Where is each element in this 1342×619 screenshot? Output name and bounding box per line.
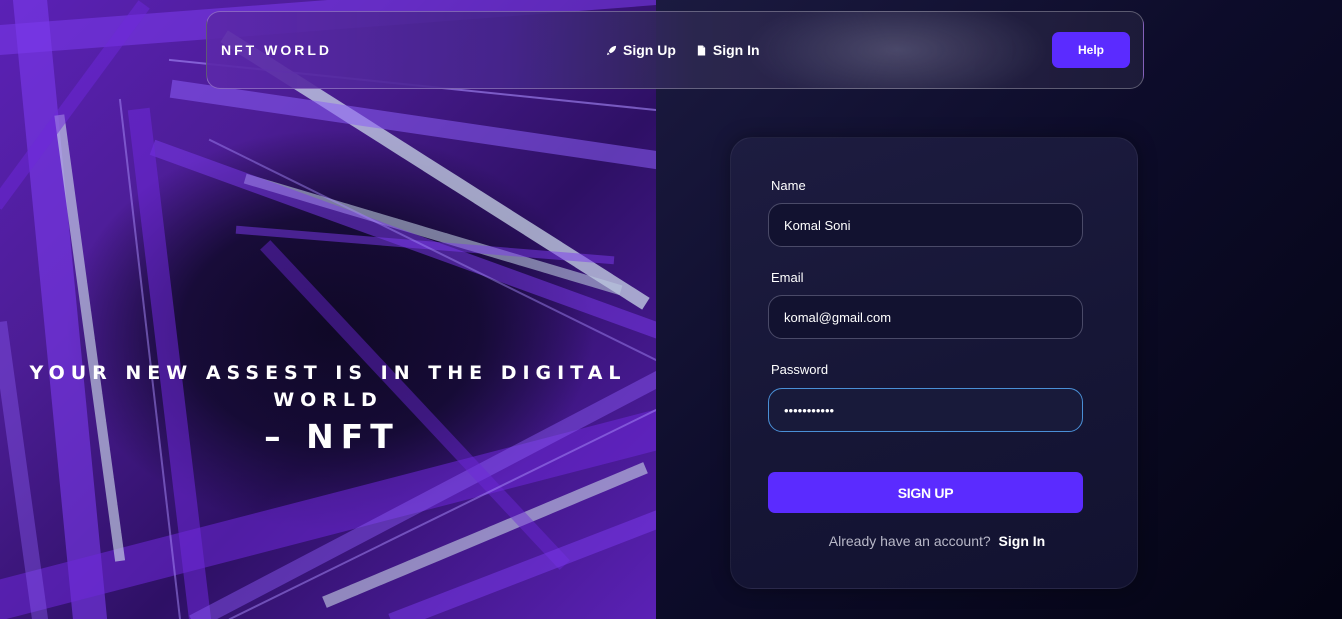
hero-tagline: – NFT bbox=[264, 417, 400, 456]
help-button[interactable]: Help bbox=[1052, 32, 1130, 68]
signup-card: Name Email Password SIGN UP Already have… bbox=[730, 137, 1138, 589]
signin-prompt: Already have an account? Sign In bbox=[731, 533, 1139, 549]
email-field[interactable] bbox=[768, 295, 1083, 339]
signin-link[interactable]: Sign In bbox=[999, 533, 1046, 549]
nav-signup-link[interactable]: Sign Up bbox=[606, 42, 676, 58]
hero-architecture-image bbox=[0, 0, 656, 619]
brand-logo[interactable]: NFT WORLD bbox=[221, 42, 332, 58]
hero-headline-line2: WORLD bbox=[273, 389, 383, 411]
hero-headline: YOUR NEW ASSEST IS IN THE DIGITAL WORLD … bbox=[0, 360, 656, 456]
name-field[interactable] bbox=[768, 203, 1083, 247]
navbar: NFT WORLD Sign Up Sign In Help bbox=[206, 11, 1144, 89]
email-label: Email bbox=[771, 270, 804, 285]
document-icon bbox=[697, 44, 706, 56]
signup-button[interactable]: SIGN UP bbox=[768, 472, 1083, 513]
signin-prompt-text: Already have an account? bbox=[828, 533, 991, 549]
page: YOUR NEW ASSEST IS IN THE DIGITAL WORLD … bbox=[0, 0, 1342, 619]
hero-headline-line1: YOUR NEW ASSEST IS IN THE DIGITAL bbox=[29, 362, 627, 384]
hero-panel: YOUR NEW ASSEST IS IN THE DIGITAL WORLD … bbox=[0, 0, 656, 619]
rocket-icon bbox=[606, 45, 617, 55]
password-field[interactable] bbox=[768, 388, 1083, 432]
nav-signin-label: Sign In bbox=[712, 42, 760, 58]
password-label: Password bbox=[771, 362, 829, 377]
nav-signin-link[interactable]: Sign In bbox=[696, 42, 760, 58]
nav-links: Sign Up Sign In bbox=[606, 42, 760, 58]
nav-signup-label: Sign Up bbox=[623, 42, 676, 58]
name-label: Name bbox=[771, 178, 806, 193]
